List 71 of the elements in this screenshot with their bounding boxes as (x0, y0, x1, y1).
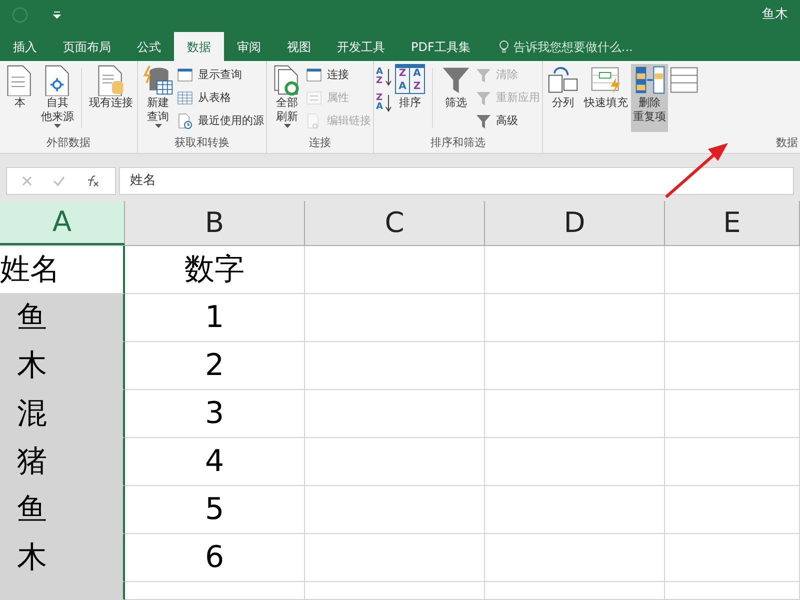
circle-icon (12, 7, 28, 23)
table-cell: 1 (125, 294, 305, 342)
ribbon-button[interactable]: 新建查询 (140, 64, 176, 132)
down-arrow-icon (384, 94, 392, 112)
remove-duplicates-icon (633, 64, 666, 96)
ribbon-tab[interactable]: 公式 (124, 32, 174, 61)
table-cell: 6 (125, 534, 305, 582)
filter-icon (474, 90, 492, 106)
ribbon-button[interactable]: 筛选 (438, 64, 474, 132)
ribbon-tab[interactable]: 审阅 (224, 32, 274, 61)
group-label: 连接 (309, 135, 331, 151)
sort-descending-button[interactable]: Z A (376, 94, 392, 112)
ribbon-button[interactable]: 最近使用的源 (177, 110, 264, 132)
ribbon-tab[interactable]: 数据 (174, 32, 224, 61)
ribbon-tab[interactable]: 页面布局 (50, 32, 124, 61)
ribbon-button[interactable]: 本 (2, 64, 38, 132)
ribbon-tab[interactable]: 插入 (0, 32, 50, 61)
window-icon (306, 66, 323, 84)
ribbon-button[interactable]: 快速填充 (582, 64, 630, 132)
table-cell: 木 (0, 342, 125, 390)
down-arrow-icon (384, 68, 392, 86)
table-cell: 混 (0, 390, 125, 438)
table-cell: 鱼 (0, 294, 125, 342)
table-cell: 2 (125, 342, 305, 390)
group-label: 排序和筛选 (430, 135, 486, 151)
ribbon-button[interactable]: 删除重复项 (630, 64, 668, 132)
table-cell: 姓名 (0, 246, 125, 294)
column-header[interactable]: A (0, 201, 125, 245)
table-cell: 3 (125, 390, 305, 438)
table-cell: 4 (125, 438, 305, 486)
ribbon-button[interactable]: 高级 (474, 110, 540, 132)
ribbon-button[interactable]: 分列 (544, 64, 581, 132)
ribbon-button[interactable]: 从表格 (177, 87, 264, 109)
table-icon (177, 90, 194, 106)
ribbon-button[interactable]: 现有连接 (87, 64, 135, 132)
table-cell: 鱼 (0, 486, 125, 534)
window-title: 鱼木 (762, 6, 788, 24)
table-cell: 木 (0, 534, 125, 582)
column-header[interactable]: C (305, 201, 485, 245)
table-cell: 5 (125, 486, 305, 534)
lightbulb-icon (499, 40, 510, 54)
column-header[interactable]: E (665, 201, 800, 245)
database-icon (142, 64, 174, 96)
window-icon (177, 66, 194, 84)
ribbon-button[interactable]: 显示查询 (177, 64, 264, 86)
ribbon-tab[interactable]: PDF工具集 (398, 32, 484, 61)
table-cell: 猪 (0, 438, 125, 486)
ribbon-button[interactable]: 全部刷新 (269, 64, 305, 132)
group-label: 获取和转换 (174, 135, 230, 151)
filter-icon (474, 112, 492, 130)
customize-caret-icon (52, 10, 62, 20)
cancel-icon (22, 176, 32, 186)
ribbon-button[interactable]: Z A A Z 排序 (392, 64, 427, 132)
ribbon-tab[interactable]: 开发工具 (324, 32, 398, 61)
sort-ascending-button[interactable]: A Z (376, 68, 392, 86)
ribbon-button[interactable]: 连接 (306, 64, 371, 86)
tell-me-field[interactable]: 告诉我您想要做什么... (483, 32, 649, 61)
formula-input[interactable]: 姓名 (119, 166, 794, 194)
document-clock-icon (177, 112, 194, 130)
group-label: 外部数据 (46, 135, 90, 151)
function-icon (86, 174, 100, 186)
column-header[interactable]: B (125, 201, 305, 245)
annotation-arrow (664, 141, 730, 199)
column-header[interactable]: D (485, 201, 665, 245)
ribbon-tab[interactable]: 视图 (274, 32, 324, 61)
properties-icon (306, 90, 323, 106)
ribbon-button[interactable]: 自其他来源 (39, 64, 76, 132)
check-icon (52, 176, 65, 186)
filter-icon (474, 66, 492, 84)
group-label: 数据 (776, 135, 798, 151)
table-cell: 数字 (125, 246, 305, 294)
